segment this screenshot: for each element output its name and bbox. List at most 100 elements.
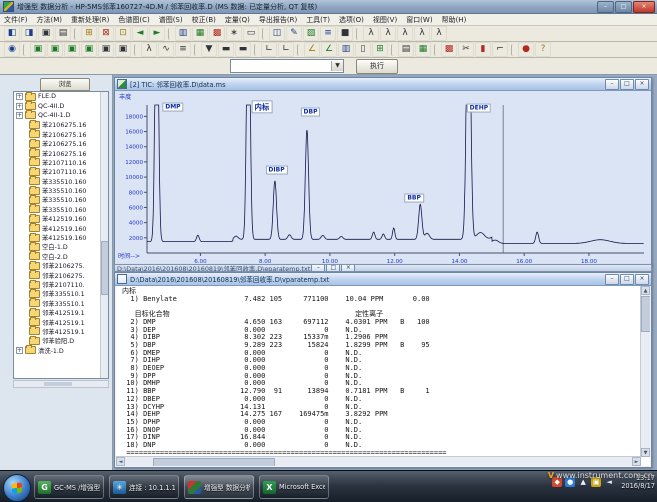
menu-item[interactable]: 工具(T)	[306, 15, 330, 25]
copy-page-icon[interactable]: ▥	[338, 42, 354, 57]
expander-icon[interactable]	[16, 281, 27, 288]
save-image-icon[interactable]: ▦	[192, 26, 208, 41]
axis-icon[interactable]: ∟	[261, 42, 277, 57]
load-method-icon[interactable]: ◄	[132, 26, 148, 41]
tree-item[interactable]: FLE.D	[14, 92, 108, 101]
toolbar-icon[interactable]	[391, 44, 395, 56]
tree-horizontal-scrollbar[interactable]	[13, 380, 109, 388]
tree-item[interactable]: 邻苯2106275.	[14, 261, 108, 270]
structure-icon[interactable]: ∗	[226, 26, 242, 41]
tree-item[interactable]: 苯2107110.16	[14, 158, 108, 167]
menu-item[interactable]: 选项(O)	[339, 15, 364, 25]
peak-tool-2-icon[interactable]: λ	[380, 26, 396, 41]
menu-item[interactable]: 窗口(W)	[406, 15, 432, 25]
expander-icon[interactable]	[16, 328, 27, 335]
expander-icon[interactable]	[16, 215, 27, 222]
tree-item[interactable]: 邻苯335510.1	[14, 299, 108, 308]
expander-icon[interactable]	[16, 93, 23, 100]
toolbar-icon[interactable]	[134, 44, 138, 56]
tree-item[interactable]: 苯412519.160	[14, 233, 108, 242]
taskbar-chemstation-button[interactable]: 增强型 数据分析...	[184, 475, 254, 499]
calibrate-icon[interactable]: ∠	[304, 42, 320, 57]
child-minimize-button[interactable]: –	[605, 274, 619, 285]
toolbar-icon[interactable]	[254, 44, 258, 56]
toolbar-icon[interactable]	[511, 44, 515, 56]
toolbar-icon[interactable]	[23, 44, 27, 56]
peak-tool-4-icon[interactable]: λ	[414, 26, 430, 41]
tile-colors-icon[interactable]: ▩	[209, 26, 225, 41]
tree-item[interactable]: 苯2106275.16	[14, 130, 108, 139]
report-export-icon[interactable]: ▦	[415, 42, 431, 57]
expander-icon[interactable]	[16, 319, 27, 326]
scroll-left-arrow[interactable]: ◄	[116, 457, 125, 466]
menu-item[interactable]: 帮助(H)	[442, 15, 467, 25]
tree-item[interactable]: 空白-1.D	[14, 242, 108, 251]
expander-icon[interactable]	[16, 178, 27, 185]
save-datafile-icon[interactable]: ⊡	[115, 26, 131, 41]
tile-colors2-icon[interactable]: ▩	[441, 42, 457, 57]
load-datafile-icon[interactable]: ⊞	[81, 26, 97, 41]
screen-icon[interactable]: ■	[337, 26, 353, 41]
expander-icon[interactable]	[16, 131, 27, 138]
scrollbar-thumb[interactable]	[44, 382, 72, 386]
view-window-5-icon[interactable]: ▣	[98, 42, 114, 57]
app-close-button[interactable]: ×	[633, 1, 655, 13]
expander-icon[interactable]	[16, 187, 27, 194]
view-window-4-icon[interactable]: ▣	[81, 42, 97, 57]
axis-curve-icon[interactable]: ∟	[278, 42, 294, 57]
integrate-params-icon[interactable]: ≡	[175, 42, 191, 57]
child-maximize-button[interactable]: □	[620, 274, 634, 285]
library-icon[interactable]: ▬	[218, 42, 234, 57]
menu-item[interactable]: 谱图(S)	[159, 15, 183, 25]
chromatogram-plot-area[interactable]: 丰度 2000400060008000100001200014000160001…	[115, 91, 651, 266]
expander-icon[interactable]	[16, 300, 27, 307]
taskbar-gcms-button[interactable]: G GC-MS /增强型...	[34, 475, 104, 499]
expander-icon[interactable]	[16, 337, 27, 344]
tree-item[interactable]: 苯335510.160	[14, 186, 108, 195]
tic-plot[interactable]: 2000400060008000100001200014000160001800…	[117, 101, 649, 267]
library-search-icon[interactable]: ▼	[201, 42, 217, 57]
save-method-icon[interactable]: ►	[149, 26, 165, 41]
overlay-window-icon[interactable]: ◧	[4, 26, 20, 41]
mini-window-icon[interactable]: ▭	[243, 26, 259, 41]
start-button[interactable]	[3, 474, 31, 502]
expander-icon[interactable]	[16, 103, 23, 110]
app-maximize-button[interactable]: □	[615, 1, 632, 13]
expander-icon[interactable]	[16, 243, 27, 250]
child-close-button[interactable]: ×	[635, 274, 649, 285]
scroll-down-arrow[interactable]: ▼	[641, 448, 650, 457]
pin-red-icon[interactable]: ▮	[475, 42, 491, 57]
tree-item[interactable]: 邻苯412519.1	[14, 308, 108, 317]
tree-item[interactable]: 苯335510.160	[14, 195, 108, 204]
scroll-up-arrow[interactable]: ▲	[641, 286, 650, 295]
integrate-manual-icon[interactable]: ∿	[158, 42, 174, 57]
tree-item[interactable]: 邻苯2107110.	[14, 280, 108, 289]
expander-icon[interactable]	[16, 309, 27, 316]
calibrate-up-icon[interactable]: ∠	[321, 42, 337, 57]
child-minimize-button[interactable]: –	[605, 79, 619, 90]
child-maximize-button[interactable]: □	[326, 264, 340, 272]
menu-item[interactable]: 色谱图(C)	[118, 15, 149, 25]
view-window-1-icon[interactable]: ▣	[30, 42, 46, 57]
toolbar-icon[interactable]	[168, 28, 172, 40]
tree-item[interactable]: 苯412519.160	[14, 214, 108, 223]
report-horizontal-scrollbar[interactable]: ◄ ►	[116, 456, 641, 466]
chevron-down-icon[interactable]: ▼	[331, 61, 343, 71]
toolbar-icon[interactable]	[262, 28, 266, 40]
taskbar-remote-button[interactable]: ✳ 连接 : 10.1.1.1...	[109, 475, 179, 499]
tree-item[interactable]: 邻苯412519.1	[14, 327, 108, 336]
toolbar-icon[interactable]	[434, 44, 438, 56]
report-window-background[interactable]: D:\Data\2016\201608\20160819\邻苯回收率.D\epa…	[114, 264, 652, 272]
peak-tool-1-icon[interactable]: λ	[363, 26, 379, 41]
expander-icon[interactable]	[16, 225, 27, 232]
help-icon[interactable]: ?	[535, 42, 551, 57]
tree-item[interactable]: 邻苯335510.1	[14, 289, 108, 298]
command-combobox[interactable]: ▼	[230, 59, 344, 73]
report-icon[interactable]: ▤	[398, 42, 414, 57]
tree-item[interactable]: 空白-2.D	[14, 252, 108, 261]
toolbar-icon[interactable]	[297, 44, 301, 56]
view-window-3-icon[interactable]: ▣	[64, 42, 80, 57]
menu-item[interactable]: 文件(F)	[4, 15, 28, 25]
tree-item[interactable]: 苯2106275.16	[14, 148, 108, 157]
report-window-icon[interactable]: ◫	[269, 26, 285, 41]
